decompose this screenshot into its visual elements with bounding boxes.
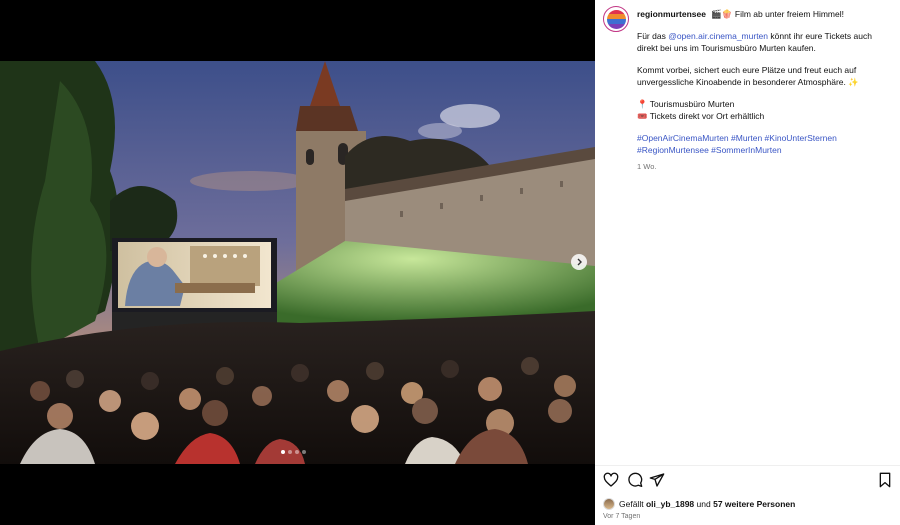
comment-button[interactable] bbox=[627, 472, 645, 490]
profile-avatar[interactable] bbox=[603, 6, 629, 32]
carousel-dot bbox=[288, 450, 292, 454]
open-air-cinema-photo bbox=[0, 61, 595, 464]
heart-icon bbox=[603, 472, 619, 487]
caption-paragraph: Kommt vorbei, sichert euch eure Plätze u… bbox=[637, 65, 859, 87]
carousel-dot bbox=[281, 450, 285, 454]
carousel-dot bbox=[295, 450, 299, 454]
share-icon bbox=[649, 473, 665, 487]
region-logo-icon bbox=[606, 9, 626, 29]
save-button[interactable] bbox=[877, 472, 895, 490]
likes-summary: Gefällt oli_yb_1898 und 57 weitere Perso… bbox=[603, 498, 795, 510]
carousel-dot bbox=[302, 450, 306, 454]
hashtag-link[interactable]: #RegionMurtensee #SommerInMurten bbox=[637, 145, 887, 157]
likes-middle: und bbox=[696, 499, 711, 509]
like-button[interactable] bbox=[603, 472, 621, 490]
ticket-line: 🎟️ Tickets direkt vor Ort erhältlich bbox=[637, 110, 765, 121]
chevron-right-icon bbox=[577, 258, 582, 266]
post-age[interactable]: 1 Wo. bbox=[637, 161, 887, 173]
carousel-next-button[interactable] bbox=[571, 254, 587, 270]
mention-link[interactable]: @open.air.cinema_murten bbox=[668, 31, 768, 41]
post-media bbox=[0, 0, 595, 525]
bookmark-icon bbox=[879, 472, 891, 488]
post-date: Vor 7 Tagen bbox=[603, 513, 641, 520]
caption-area: regionmurtensee 🎬🍿 Film ab unter freiem … bbox=[595, 0, 900, 465]
caption-headline: 🎬🍿 Film ab unter freiem Himmel! bbox=[711, 9, 844, 19]
action-bar bbox=[603, 472, 893, 490]
comment-icon bbox=[628, 472, 643, 487]
carousel-indicators bbox=[281, 450, 306, 454]
hashtag-link[interactable]: #OpenAirCinemaMurten #Murten #KinoUnterS… bbox=[637, 133, 887, 145]
instagram-post: regionmurtensee 🎬🍿 Film ab unter freiem … bbox=[0, 0, 900, 525]
share-button[interactable] bbox=[649, 472, 667, 490]
post-photo[interactable] bbox=[0, 61, 595, 464]
post-caption: regionmurtensee 🎬🍿 Film ab unter freiem … bbox=[637, 6, 887, 173]
likes-prefix: Gefällt bbox=[619, 499, 644, 509]
divider bbox=[595, 465, 900, 466]
liker-avatar[interactable] bbox=[603, 498, 615, 510]
post-sidebar: regionmurtensee 🎬🍿 Film ab unter freiem … bbox=[595, 0, 900, 525]
likes-others-link[interactable]: 57 weitere Personen bbox=[713, 499, 795, 509]
location-line: 📍 Tourismusbüro Murten bbox=[637, 99, 735, 110]
liker-username[interactable]: oli_yb_1898 bbox=[646, 499, 694, 509]
caption-text: Für das bbox=[637, 31, 669, 42]
username-link[interactable]: regionmurtensee bbox=[637, 9, 706, 19]
